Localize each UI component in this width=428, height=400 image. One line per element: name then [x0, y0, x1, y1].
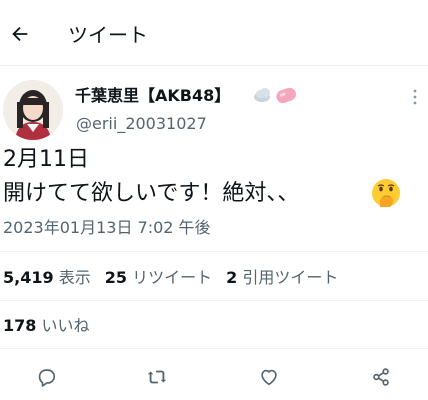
views-stat[interactable]: 5,419 表示 — [3, 268, 91, 287]
tweet-text-line-2: 開けてて欲しいです！絶対、、 — [3, 181, 300, 206]
likes-count: 178 — [3, 316, 37, 335]
author-display-name[interactable]: 千葉恵里【AKB48】 — [75, 86, 230, 106]
quotes-label: 引用ツイート — [242, 268, 339, 287]
quotes-count: 2 — [226, 268, 238, 287]
retweets-stat[interactable]: 25 リツイート — [105, 268, 212, 287]
quotes-stat[interactable]: 2 引用ツイート — [226, 268, 338, 287]
page-title: ツイート — [68, 23, 148, 47]
share-icon — [373, 368, 389, 386]
back-button[interactable] — [6, 20, 34, 48]
avatar[interactable] — [3, 80, 63, 140]
divider — [0, 251, 428, 252]
views-count: 5,419 — [3, 268, 54, 287]
tweet-text-line-1: 2月11日 — [3, 147, 89, 172]
divider — [0, 348, 428, 349]
reply-icon — [38, 369, 56, 387]
like-button[interactable] — [256, 364, 282, 390]
retweets-count: 25 — [104, 268, 127, 287]
more-vertical-icon — [413, 89, 417, 105]
more-options-button[interactable] — [406, 88, 424, 106]
top-bar: ツイート — [0, 0, 428, 66]
divider — [0, 300, 428, 301]
avatar-photo — [3, 80, 63, 140]
likes-stat[interactable]: 178 いいね — [3, 316, 90, 336]
pink-candy-emoji — [276, 87, 296, 104]
reply-button[interactable] — [33, 364, 59, 390]
retweet-icon — [147, 370, 167, 384]
engagement-stats: 5,419 表示 25 リツイート 2 引用ツイート — [3, 268, 338, 288]
tweet-timestamp[interactable]: 2023年01月13日 7:02 午後 — [3, 218, 211, 238]
retweet-button[interactable] — [144, 364, 170, 390]
face-with-hand-over-mouth-emoji — [370, 177, 402, 209]
views-label: 表示 — [58, 268, 91, 287]
name-emojis — [252, 83, 300, 107]
author-handle[interactable]: @erii_20031027 — [76, 114, 207, 134]
cloud-emoji — [254, 88, 270, 102]
arrow-left-icon — [12, 26, 28, 42]
likes-label: いいね — [41, 316, 90, 335]
heart-icon — [261, 369, 277, 386]
share-button[interactable] — [368, 364, 394, 390]
retweets-label: リツイート — [132, 268, 213, 287]
